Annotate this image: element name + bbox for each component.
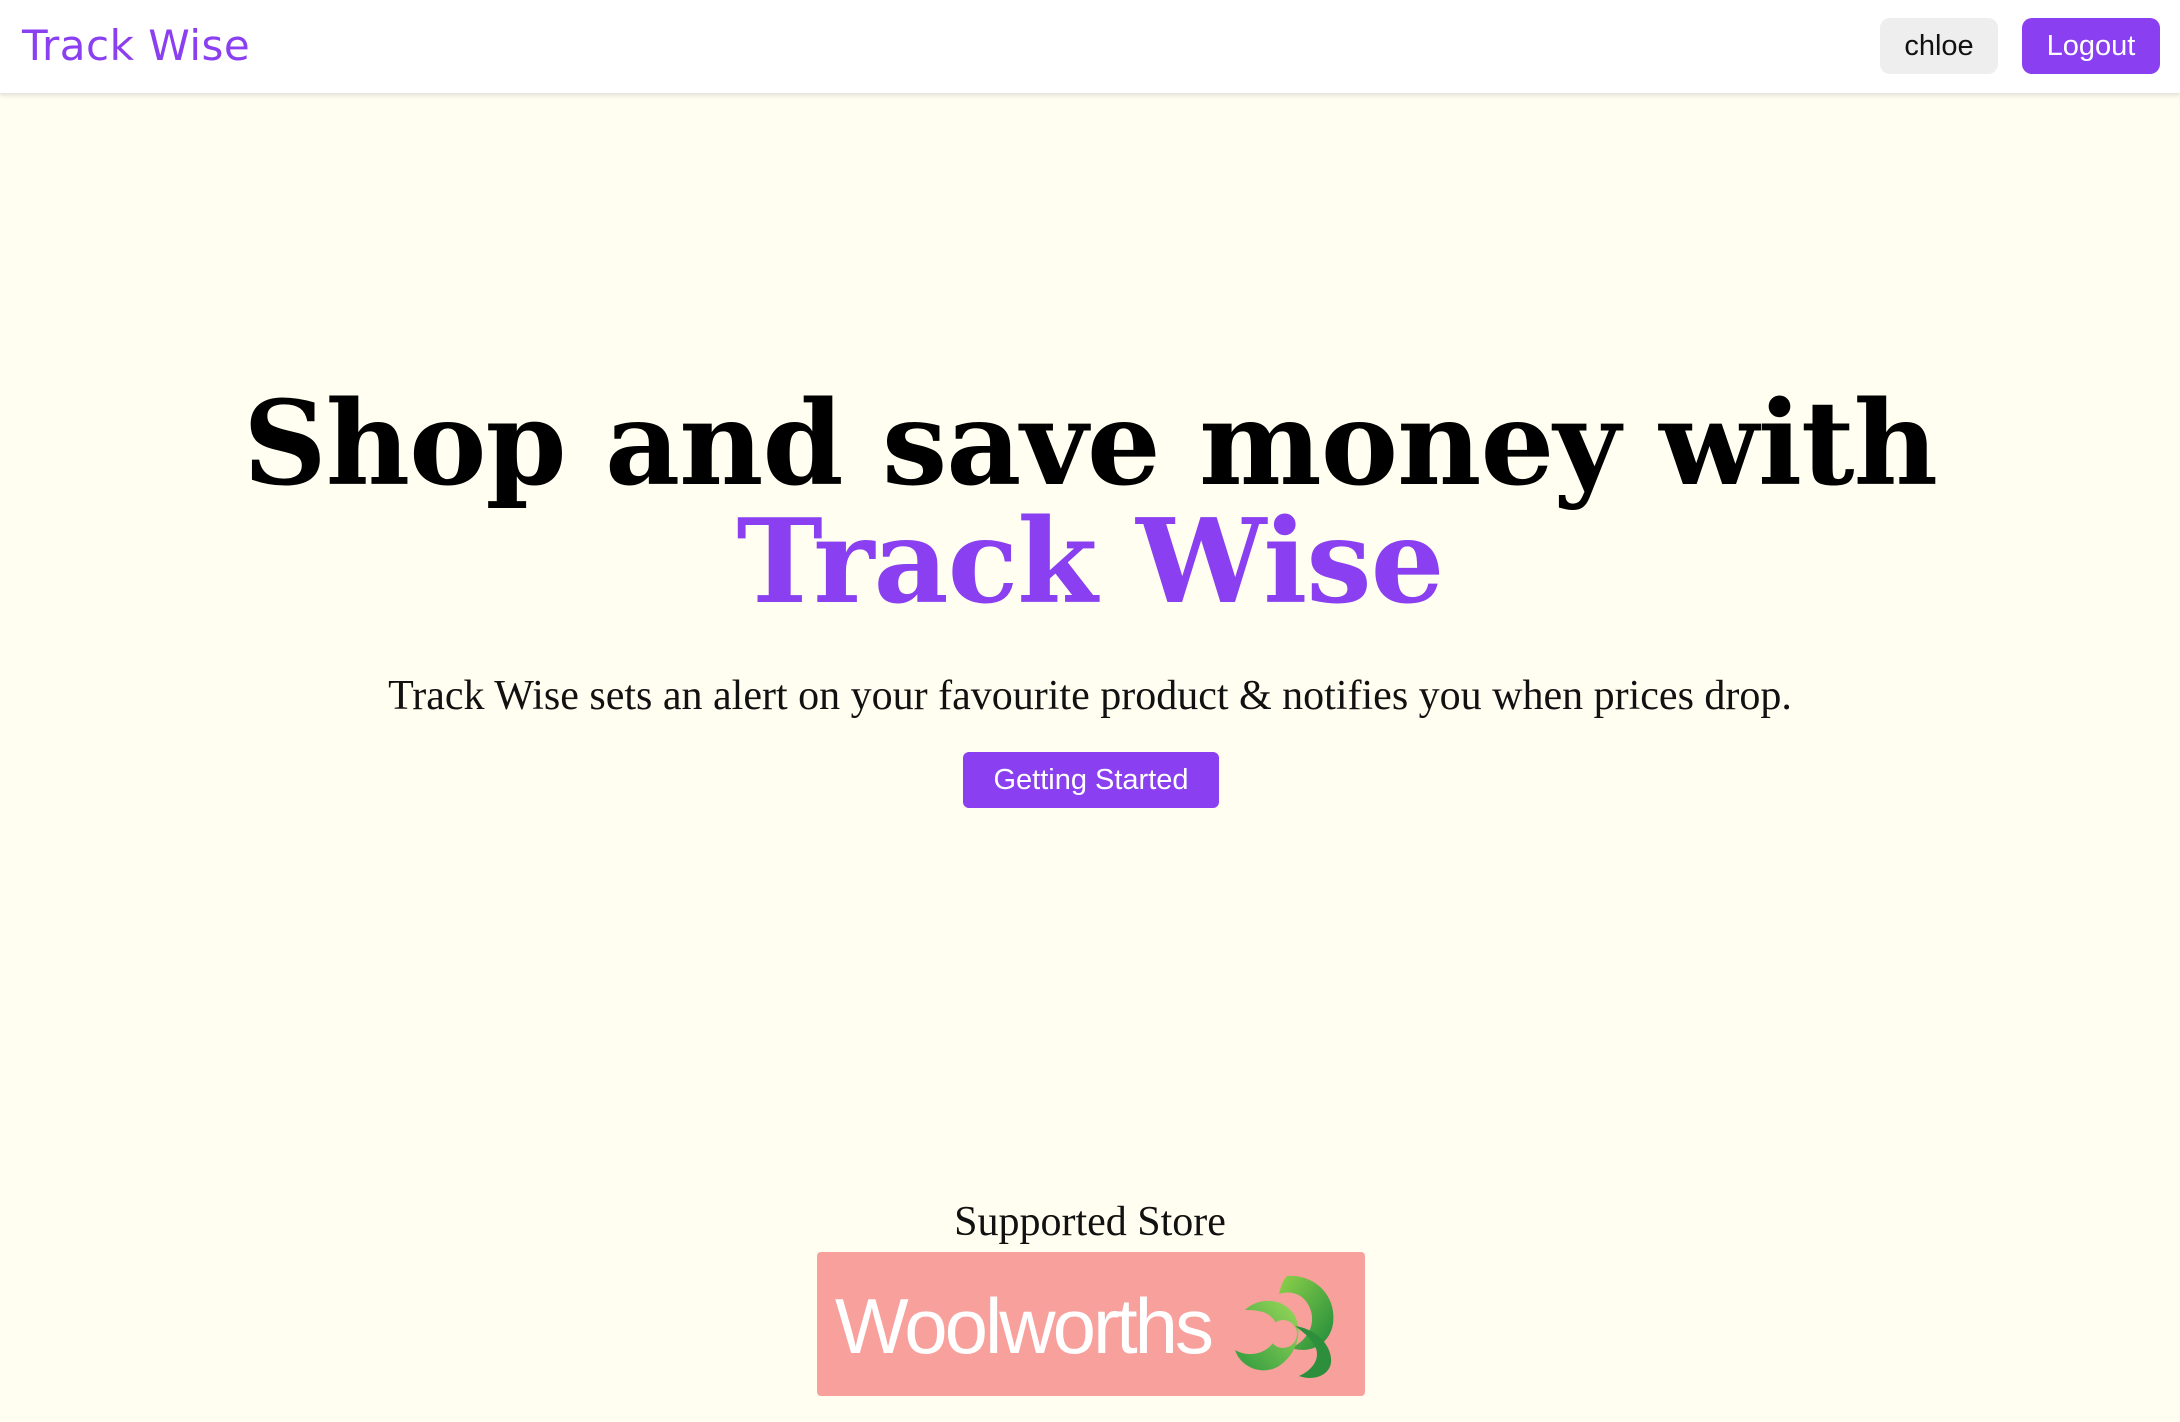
- supported-store-heading: Supported Store: [954, 1199, 1226, 1245]
- user-button[interactable]: chloe: [1880, 18, 1998, 74]
- hero-title-brand: Track Wise: [736, 494, 1445, 630]
- hero-section: Shop and save money with Track Wise: [0, 385, 2180, 621]
- logout-button[interactable]: Logout: [2022, 18, 2160, 74]
- hero-title: Shop and save money with Track Wise: [0, 385, 2180, 621]
- navbar: Track Wise chloe Logout: [0, 0, 2180, 94]
- woolworths-logo-icon: [1235, 1275, 1334, 1378]
- store-card-woolworths[interactable]: Woolworths: [817, 1252, 1365, 1396]
- hero-title-line1: Shop and save money with: [243, 376, 1938, 512]
- hero-subtitle: Track Wise sets an alert on your favouri…: [388, 673, 1792, 719]
- brand-logo[interactable]: Track Wise: [22, 18, 250, 74]
- store-name: Woolworths: [835, 1282, 1214, 1370]
- getting-started-button[interactable]: Getting Started: [963, 752, 1219, 808]
- nav-actions: chloe Logout: [1880, 18, 2160, 74]
